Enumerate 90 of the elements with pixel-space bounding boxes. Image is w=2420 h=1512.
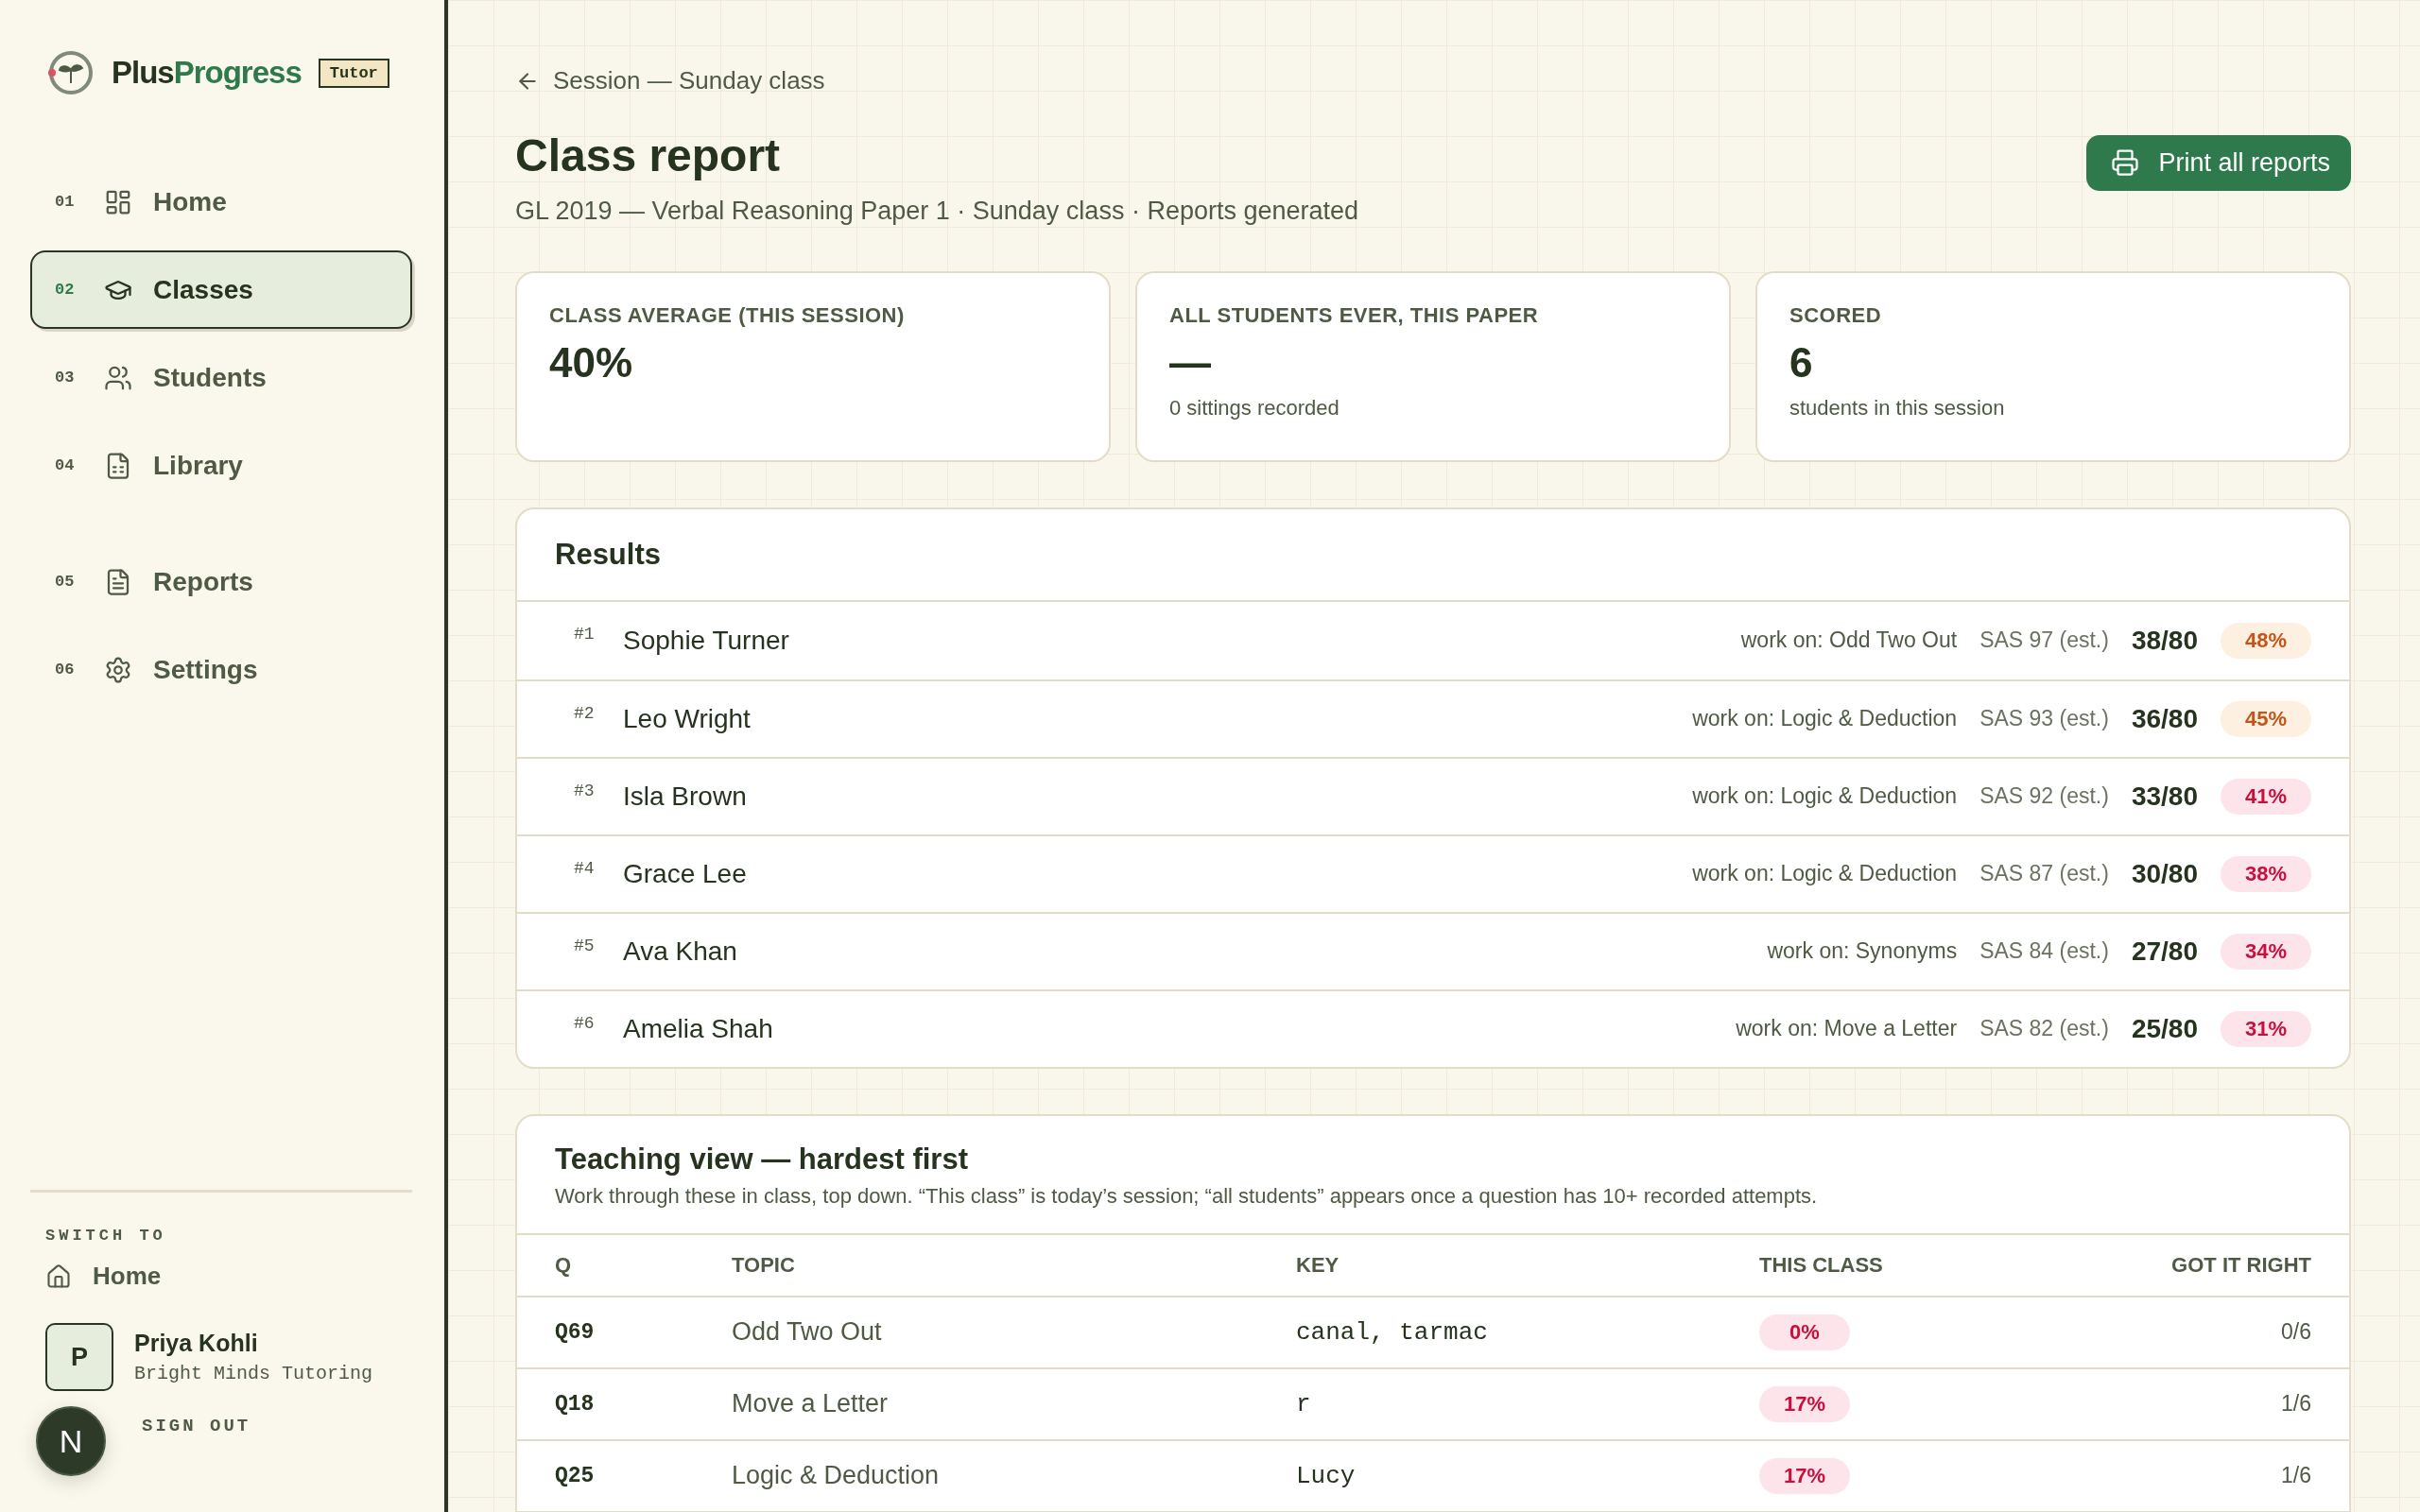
sprout-logo-icon xyxy=(47,49,95,96)
column-header: TOPIC xyxy=(732,1252,796,1278)
correct-count: 1/6 xyxy=(2280,1463,2311,1488)
sign-out-link[interactable]: SIGN OUT xyxy=(142,1416,251,1436)
nav-item[interactable]: 02 Classes xyxy=(30,250,412,329)
column-header: Q xyxy=(555,1252,573,1278)
stat-note: 0 sittings recorded xyxy=(1169,395,1340,421)
percent-pill: 41% xyxy=(2221,778,2311,815)
nav-item[interactable]: 03 Students xyxy=(30,338,412,417)
question-number: Q18 xyxy=(555,1391,596,1417)
percent-pill: 31% xyxy=(2221,1010,2311,1047)
stat-value: — xyxy=(1169,338,1212,387)
nav-item[interactable]: 04 Library xyxy=(30,426,412,505)
sas-score: SAS 93 (est.) xyxy=(1979,706,2109,731)
focus-topic: work on: Odd Two Out xyxy=(1740,627,1958,653)
focus-topic: work on: Logic & Deduction xyxy=(1692,706,1958,731)
stat-value: 40% xyxy=(549,338,634,387)
answer-key: canal, tarmac xyxy=(1296,1317,1759,1347)
brand-name: PlusProgress xyxy=(112,55,302,91)
topic-cell-text: Logic & Deduction xyxy=(732,1461,941,1490)
percent-pill: 17% xyxy=(1759,1457,1850,1494)
question-number: Q25 xyxy=(555,1463,596,1488)
sas-score: SAS 92 (est.) xyxy=(1979,783,2109,809)
column-header: GOT IT RIGHT xyxy=(2170,1252,2311,1278)
percent-pill: 0% xyxy=(1759,1314,1850,1350)
student-name: Leo Wright xyxy=(623,703,752,734)
page-title: Class report xyxy=(515,129,782,181)
raw-score: 27/80 xyxy=(2131,936,2198,967)
user-name: Priya Kohli xyxy=(134,1330,259,1357)
switch-link[interactable]: Home xyxy=(30,1245,412,1308)
sas-score: SAS 87 (est.) xyxy=(1979,861,2109,886)
stat-label: CLASS AVERAGE (THIS SESSION) xyxy=(549,302,906,328)
avatar: P xyxy=(45,1323,113,1391)
sas-score: SAS 97 (est.) xyxy=(1979,627,2109,653)
student-name: Isla Brown xyxy=(623,781,748,812)
print-button[interactable]: Print all reports xyxy=(2086,134,2351,191)
card-description: Work through these in class, top down. “This class” is today’s session; “all students” appears once a question has 10+ recorded attempts. xyxy=(555,1183,1819,1209)
topic-cell-text: Odd Two Out xyxy=(732,1317,883,1347)
answer-key: Lucy xyxy=(1296,1461,1759,1490)
student-name: Sophie Turner xyxy=(623,625,790,656)
answer-key: r xyxy=(1296,1389,1759,1418)
focus-topic: work on: Logic & Deduction xyxy=(1692,783,1958,809)
student-name: Amelia Shah xyxy=(623,1013,774,1044)
stat-note: students in this session xyxy=(1789,395,2006,421)
student-name: Grace Lee xyxy=(623,858,748,889)
page-subtitle: GL 2019 — Verbal Reasoning Paper 1 · Sunday class · Reports generated xyxy=(515,196,1359,226)
stat-label: SCORED xyxy=(1789,302,1883,328)
organisation-name: Bright Minds Tutoring xyxy=(134,1363,373,1384)
percent-pill: 34% xyxy=(2221,933,2311,970)
printer-icon xyxy=(2111,148,2140,177)
role-tag: Tutor xyxy=(318,58,389,88)
home-icon xyxy=(45,1263,72,1290)
column-header: KEY xyxy=(1296,1252,1340,1278)
sas-score: SAS 82 (est.) xyxy=(1979,1016,2109,1041)
student-name: Ava Khan xyxy=(623,936,738,967)
section-label: SWITCH TO xyxy=(44,1227,167,1245)
focus-topic: work on: Move a Letter xyxy=(1736,1016,1958,1041)
nav-item[interactable]: 05 Reports xyxy=(30,542,412,621)
percent-pill: 48% xyxy=(2221,622,2311,659)
raw-score: 38/80 xyxy=(2131,625,2198,656)
rank-label: #2 xyxy=(574,703,596,723)
percent-pill: 45% xyxy=(2221,700,2311,737)
raw-score: 25/80 xyxy=(2131,1013,2198,1044)
back-link[interactable]: Session — Sunday class xyxy=(515,66,825,95)
rank-label: #4 xyxy=(574,858,596,878)
correct-count: 0/6 xyxy=(2280,1319,2311,1345)
rank-label: #3 xyxy=(574,781,596,800)
stat-value: 6 xyxy=(1789,338,1814,387)
correct-count: 1/6 xyxy=(2280,1391,2311,1417)
column-header: THIS CLASS xyxy=(1759,1252,1884,1278)
rank-label: #1 xyxy=(574,624,596,644)
stat-label: ALL STUDENTS EVER, THIS PAPER xyxy=(1169,302,1540,328)
focus-topic: work on: Synonyms xyxy=(1767,938,1958,964)
question-number: Q69 xyxy=(555,1319,596,1345)
percent-pill: 17% xyxy=(1759,1385,1850,1422)
raw-score: 33/80 xyxy=(2131,781,2198,812)
nav-item[interactable]: 01 Home xyxy=(30,163,412,241)
rank-label: #6 xyxy=(574,1013,596,1033)
focus-topic: work on: Logic & Deduction xyxy=(1692,861,1958,886)
card-title: Teaching view — hardest first xyxy=(555,1142,969,1177)
card-title: Results xyxy=(555,537,662,572)
topic-cell-text: Move a Letter xyxy=(732,1389,890,1418)
percent-pill: 38% xyxy=(2221,855,2311,892)
rank-label: #5 xyxy=(574,936,596,955)
nav-item[interactable]: 06 Settings xyxy=(30,630,412,709)
dev-tools-badge[interactable]: N xyxy=(36,1406,106,1476)
settings-icon xyxy=(104,655,132,684)
raw-score: 36/80 xyxy=(2131,703,2198,734)
sas-score: SAS 84 (est.) xyxy=(1979,938,2109,964)
raw-score: 30/80 xyxy=(2131,858,2198,889)
